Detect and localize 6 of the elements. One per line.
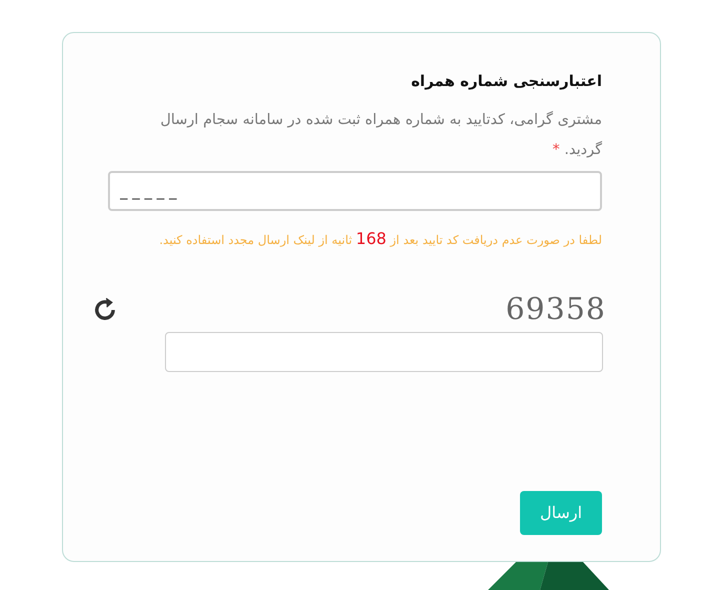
message-text: مشتری گرامی، کدتایید به شماره همراه ثبت شده در سامانه سجام ارسال گردید. * (159, 110, 602, 160)
code-input-field[interactable]: _ _ _ _ _ (108, 171, 602, 211)
captcha-input-field[interactable] (165, 332, 603, 372)
captcha-image: 69358 (506, 291, 606, 329)
submit-button[interactable]: ارسال (520, 491, 602, 535)
page-title: اعتبارسنجی شماره همراه (410, 71, 602, 92)
